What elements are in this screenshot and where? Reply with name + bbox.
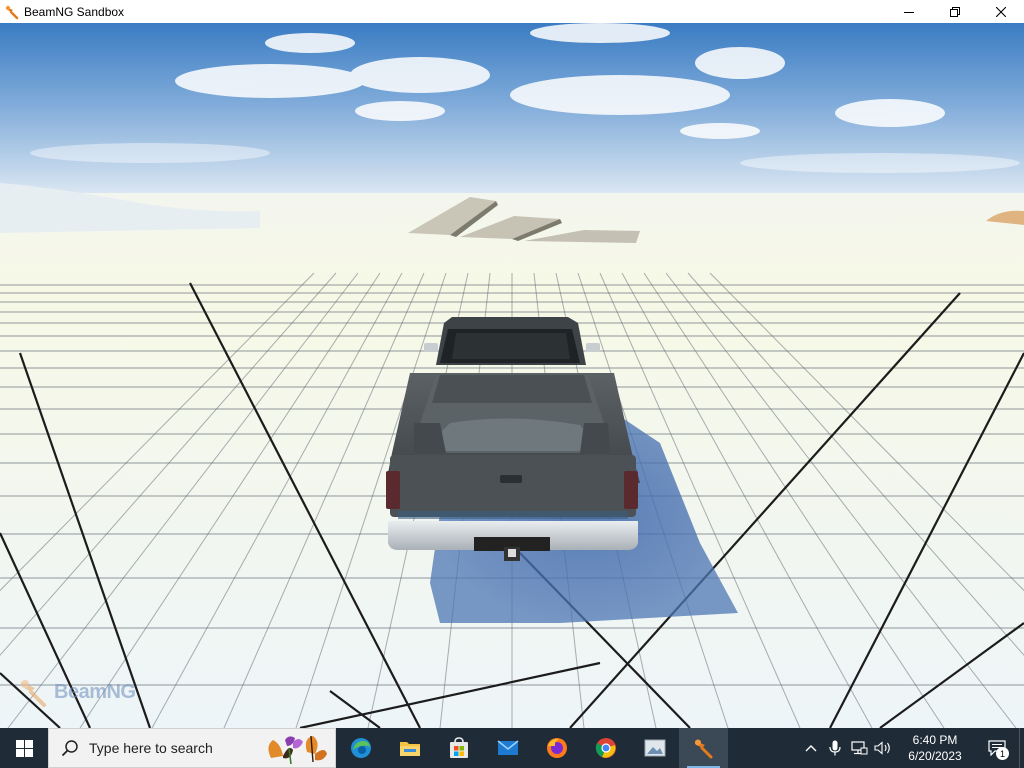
show-desktop-button[interactable] bbox=[1019, 728, 1024, 768]
taskbar-search-box[interactable]: Type here to search bbox=[48, 728, 336, 768]
game-viewport[interactable]: BeamNG bbox=[0, 23, 1024, 728]
taskbar: Type here to search 6:40 PM 6/20/2023 1 bbox=[0, 728, 1024, 768]
system-tray: 6:40 PM 6/20/2023 1 bbox=[799, 728, 1024, 768]
notification-count-badge: 1 bbox=[996, 747, 1009, 760]
taskbar-file-explorer[interactable] bbox=[385, 728, 434, 768]
game-scene bbox=[0, 23, 1024, 728]
search-placeholder: Type here to search bbox=[89, 740, 213, 756]
restore-icon bbox=[950, 6, 960, 17]
window-title: BeamNG Sandbox bbox=[24, 4, 125, 19]
network-tray[interactable] bbox=[847, 728, 871, 768]
watermark-text: BeamNG bbox=[54, 680, 136, 703]
beamng-watermark: BeamNG bbox=[18, 676, 136, 708]
clock[interactable]: 6:40 PM 6/20/2023 bbox=[895, 728, 975, 768]
chrome-icon bbox=[595, 738, 616, 758]
folder-icon bbox=[399, 742, 420, 756]
search-highlight-butterfly-icon bbox=[268, 735, 327, 765]
beamng-app-icon bbox=[4, 4, 20, 20]
clock-time: 6:40 PM bbox=[912, 733, 958, 747]
taskbar-firefox[interactable] bbox=[532, 728, 581, 768]
clock-date: 6/20/2023 bbox=[908, 749, 962, 763]
store-icon bbox=[449, 737, 468, 758]
taskbar-mail[interactable] bbox=[483, 728, 532, 768]
network-icon bbox=[851, 741, 868, 755]
restore-button[interactable] bbox=[932, 0, 978, 23]
microphone-icon bbox=[829, 740, 841, 756]
minimize-button[interactable] bbox=[886, 0, 932, 23]
taskbar-chrome[interactable] bbox=[581, 728, 630, 768]
close-icon bbox=[996, 6, 1006, 17]
close-button[interactable] bbox=[978, 0, 1024, 23]
windows-icon bbox=[15, 739, 33, 757]
chevron-up-icon bbox=[805, 745, 817, 752]
volume-tray[interactable] bbox=[871, 728, 895, 768]
start-button[interactable] bbox=[0, 728, 48, 768]
firefox-icon bbox=[546, 738, 567, 758]
beamng-icon bbox=[694, 739, 712, 759]
minimize-icon bbox=[904, 11, 914, 13]
mail-icon bbox=[497, 740, 518, 755]
edge-icon bbox=[350, 738, 371, 758]
taskbar-photos[interactable] bbox=[630, 728, 679, 768]
taskbar-store[interactable] bbox=[434, 728, 483, 768]
notification-center-button[interactable]: 1 bbox=[975, 728, 1019, 768]
beamng-logo-icon bbox=[21, 680, 46, 707]
search-icon bbox=[61, 740, 78, 757]
speaker-icon bbox=[874, 741, 890, 755]
window-title-bar[interactable]: BeamNG Sandbox bbox=[0, 0, 1024, 23]
show-hidden-icons-button[interactable] bbox=[799, 728, 823, 768]
taskbar-beamng[interactable] bbox=[679, 728, 728, 768]
photos-icon bbox=[644, 739, 665, 757]
microphone-tray[interactable] bbox=[823, 728, 847, 768]
taskbar-edge[interactable] bbox=[336, 728, 385, 768]
